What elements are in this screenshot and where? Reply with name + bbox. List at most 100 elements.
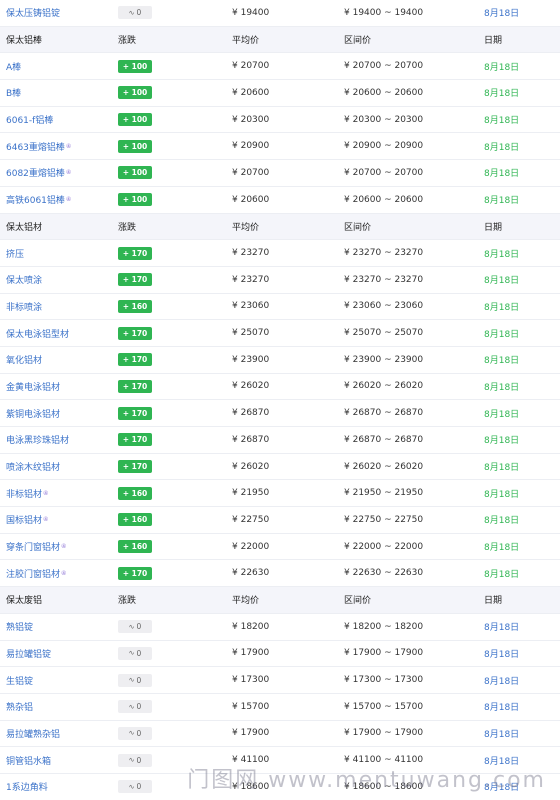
range-price: ¥ 22000 ~ 22000 (344, 541, 424, 552)
product-link[interactable]: 熟铝锭 (6, 620, 33, 633)
product-link[interactable]: A棒 (6, 60, 21, 73)
product-link[interactable]: 6463重熔铝棒 (6, 140, 65, 153)
change-cell: + 170 (118, 427, 226, 453)
product-link[interactable]: 生铝锭 (6, 674, 33, 687)
product-link[interactable]: 氧化铝材 (6, 353, 42, 366)
change-value: + 170 (122, 381, 148, 391)
product-link[interactable]: 熟杂铝 (6, 700, 33, 713)
price-row: 熟杂铝 ∿ 0 ¥ 15700 ¥ 15700 ~ 15700 8月18日 (0, 693, 560, 721)
product-link[interactable]: 保太电泳铝型材 (6, 327, 69, 340)
price-row: A棒 + 100 ¥ 20700 ¥ 20700 ~ 20700 8月18日 (0, 53, 560, 81)
product-link[interactable]: 高铁6061铝棒 (6, 193, 65, 206)
date-cell: 8月18日 (484, 463, 520, 474)
change-cell: + 170 (118, 240, 226, 266)
avg-price: ¥ 25070 (232, 328, 270, 339)
product-link[interactable]: 穿条门窗铝材 (6, 540, 60, 553)
change-badge-up: + 100 (118, 166, 152, 180)
change-badge-flat: ∿ 0 (118, 780, 152, 794)
date-cell: 8月18日 (484, 489, 520, 500)
product-link[interactable]: 易拉罐熟杂铝 (6, 727, 60, 740)
product-name-cell: 6463重熔铝棒 ④ (6, 133, 116, 159)
change-cell: + 100 (118, 53, 226, 79)
product-link[interactable]: 喷涂木纹铝材 (6, 460, 60, 473)
change-value: + 170 (122, 568, 148, 578)
column-header-range: 区间价 (344, 222, 372, 233)
price-row: 挤压 + 170 ¥ 23270 ¥ 23270 ~ 23270 8月18日 (0, 240, 560, 267)
range-price: ¥ 20600 ~ 20600 (344, 194, 424, 205)
date-cell: 8月18日 (484, 623, 520, 634)
product-name-cell: 1系边角料 (6, 774, 116, 800)
section-title-text: 保太铝材 (6, 222, 43, 233)
range-price: ¥ 19400 ~ 19400 (344, 7, 424, 18)
change-badge-up: + 170 (118, 379, 152, 393)
product-link[interactable]: 电泳黑珍珠铝材 (6, 433, 69, 446)
change-value: 0 (136, 648, 142, 658)
range-price: ¥ 20900 ~ 20900 (344, 141, 424, 152)
change-badge-up: + 170 (118, 566, 152, 580)
product-link[interactable]: 非标铝材 (6, 487, 42, 500)
change-cell: + 160 (118, 294, 226, 320)
change-badge-up: + 160 (118, 299, 152, 313)
price-row: 非标喷涂 + 160 ¥ 23060 ¥ 23060 ~ 23060 8月18日 (0, 293, 560, 321)
product-link[interactable]: 6061-f铝棒 (6, 113, 53, 126)
product-link[interactable]: 金黄电泳铝材 (6, 380, 60, 393)
product-link[interactable]: 注胶门窗铝材 (6, 567, 60, 580)
column-header-date: 日期 (484, 222, 503, 233)
tag-icon: ④ (43, 516, 49, 524)
product-link[interactable]: 6082重熔铝棒 (6, 166, 65, 179)
column-header-avg: 平均价 (232, 596, 260, 607)
range-price: ¥ 17900 ~ 17900 (344, 648, 424, 659)
change-cell: + 100 (118, 160, 226, 186)
change-badge-flat: ∿ 0 (118, 6, 152, 20)
date-cell: 8月18日 (484, 9, 520, 20)
tag-icon: ④ (61, 569, 67, 577)
price-row: 保太压铸铝锭 ∿ 0 ¥ 19400 ¥ 19400 ~ 19400 8月18日 (0, 0, 560, 27)
product-link[interactable]: 非标喷涂 (6, 300, 42, 313)
avg-price: ¥ 23270 (232, 274, 270, 285)
date-cell: 8月18日 (484, 676, 520, 687)
price-row: 6061-f铝棒 + 100 ¥ 20300 ¥ 20300 ~ 20300 8月18日 (0, 106, 560, 134)
product-link[interactable]: 保太喷涂 (6, 273, 42, 286)
product-link[interactable]: 保太压铸铝锭 (6, 6, 60, 19)
date-cell: 8月18日 (484, 543, 520, 554)
tag-icon: ④ (61, 543, 67, 551)
date-cell: 8月18日 (484, 409, 520, 420)
price-row: 6463重熔铝棒 ④ + 100 ¥ 20900 ¥ 20900 ~ 20900 8月18… (0, 133, 560, 161)
date-cell: 8月18日 (484, 729, 520, 740)
product-link[interactable]: B棒 (6, 86, 21, 99)
range-price: ¥ 17900 ~ 17900 (344, 728, 424, 739)
change-value: + 100 (122, 115, 148, 125)
flat-trend-icon: ∿ (128, 702, 135, 711)
avg-price: ¥ 17900 (232, 728, 270, 739)
product-link[interactable]: 1系边角料 (6, 780, 48, 793)
avg-price: ¥ 17900 (232, 648, 270, 659)
avg-price: ¥ 20600 (232, 194, 270, 205)
date-cell: 8月18日 (484, 142, 520, 153)
range-price: ¥ 18200 ~ 18200 (344, 621, 424, 632)
change-cell: + 100 (118, 107, 226, 133)
product-link[interactable]: 紫铜电泳铝材 (6, 407, 60, 420)
column-header-avg: 平均价 (232, 36, 260, 47)
change-cell: ∿ 0 (118, 641, 226, 667)
product-link[interactable]: 国标铝材 (6, 513, 42, 526)
price-row: 高铁6061铝棒 ④ + 100 ¥ 20600 ¥ 20600 ~ 20600 8月18… (0, 186, 560, 214)
change-value: + 100 (122, 61, 148, 71)
avg-price: ¥ 23900 (232, 354, 270, 365)
section-title: 保太铝棒 (6, 27, 116, 53)
avg-price: ¥ 18200 (232, 621, 270, 632)
change-badge-flat: ∿ 0 (118, 646, 152, 660)
change-badge-up: + 160 (118, 540, 152, 554)
product-name-cell: 高铁6061铝棒 ④ (6, 187, 116, 213)
product-link[interactable]: 铜管铝水箱 (6, 754, 51, 767)
product-link[interactable]: 挤压 (6, 247, 24, 260)
change-value: 0 (136, 8, 142, 18)
range-price: ¥ 20300 ~ 20300 (344, 114, 424, 125)
price-row: 保太喷涂 + 170 ¥ 23270 ¥ 23270 ~ 23270 8月18日 (0, 266, 560, 294)
avg-price: ¥ 26020 (232, 461, 270, 472)
change-cell: 涨跌 (118, 587, 226, 613)
change-value: + 160 (122, 488, 148, 498)
flat-trend-icon: ∿ (128, 649, 135, 658)
range-price: ¥ 26020 ~ 26020 (344, 381, 424, 392)
flat-trend-icon: ∿ (128, 729, 135, 738)
product-link[interactable]: 易拉罐铝锭 (6, 647, 51, 660)
